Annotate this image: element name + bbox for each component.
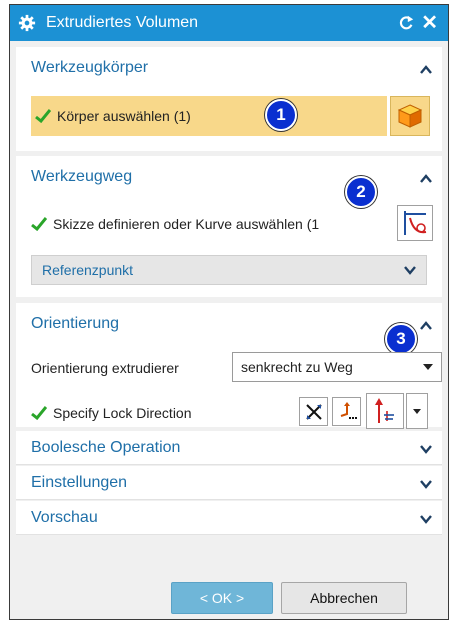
orientation-select[interactable]: senkrecht zu Weg	[232, 352, 442, 382]
section-title[interactable]: Werkzeugweg	[31, 168, 132, 186]
select-body-row[interactable]: Körper auswählen (1)	[31, 96, 387, 136]
reset-icon[interactable]	[397, 14, 415, 32]
close-icon[interactable]: ✕	[421, 13, 438, 33]
dropdown-arrow-icon	[423, 364, 433, 370]
title-bar: Extrudiertes Volumen ✕	[10, 5, 448, 41]
section-title[interactable]: Werkzeugkörper	[31, 59, 148, 77]
section-vorschau[interactable]: Vorschau	[16, 501, 442, 535]
checkmark-icon	[31, 217, 47, 231]
cross-arrows-button[interactable]	[299, 397, 328, 426]
section-title[interactable]: Orientierung	[31, 315, 119, 333]
cross-arrows-icon	[305, 403, 322, 420]
chevron-up-icon[interactable]	[420, 321, 432, 331]
direction-arrow-icon	[375, 398, 394, 423]
section-einstellungen[interactable]: Einstellungen	[16, 466, 442, 500]
section-werkzeugkoerper: Werkzeugkörper Körper auswählen (1) 1	[16, 47, 442, 151]
body-select-button[interactable]	[390, 96, 430, 136]
section-werkzeugweg: Werkzeugweg 2 Skizze definieren oder Kur…	[16, 156, 442, 297]
reference-point-label: Referenzpunkt	[42, 262, 134, 278]
orientation-select-value: senkrecht zu Weg	[241, 359, 353, 375]
step-badge-3: 3	[385, 323, 417, 355]
window-title: Extrudiertes Volumen	[46, 14, 199, 31]
vector-point-button[interactable]	[332, 397, 361, 426]
chevron-down-icon	[420, 480, 432, 489]
dropdown-arrow-icon	[413, 408, 421, 414]
curve-select-icon	[404, 211, 427, 235]
section-title: Vorschau	[31, 509, 98, 526]
direction-arrow-button[interactable]	[366, 393, 404, 429]
select-curve-label: Skizze definieren oder Kurve auswählen (…	[53, 216, 320, 232]
lock-direction-label: Specify Lock Direction	[53, 405, 192, 421]
section-boolesche-operation[interactable]: Boolesche Operation	[16, 431, 442, 465]
chevron-down-icon	[404, 266, 416, 275]
select-curve-row[interactable]: Skizze definieren oder Kurve auswählen (…	[31, 216, 319, 232]
curve-select-button[interactable]	[397, 205, 433, 241]
extrude-dialog: Extrudiertes Volumen ✕ Werkzeugkörper Kö…	[9, 4, 449, 620]
cube-icon	[397, 104, 423, 128]
checkmark-icon	[35, 109, 51, 123]
chevron-down-icon	[420, 445, 432, 454]
chevron-up-icon[interactable]	[420, 65, 432, 75]
gear-icon[interactable]	[18, 14, 36, 32]
chevron-up-icon[interactable]	[420, 174, 432, 184]
select-body-label: Körper auswählen (1)	[57, 108, 191, 124]
extrude-orientation-label: Orientierung extrudierer	[31, 360, 179, 376]
checkmark-icon	[31, 406, 47, 420]
ok-button[interactable]: < OK >	[171, 582, 273, 614]
direction-dropdown-button[interactable]	[406, 393, 428, 429]
reference-point-bar[interactable]: Referenzpunkt	[31, 255, 427, 285]
vector-point-icon	[340, 401, 357, 419]
section-orientierung: Orientierung 3 Orientierung extrudierer …	[16, 303, 442, 429]
section-title: Einstellungen	[31, 474, 128, 491]
cancel-button[interactable]: Abbrechen	[281, 582, 407, 614]
section-title: Boolesche Operation	[31, 439, 181, 456]
step-badge-2: 2	[345, 176, 377, 208]
step-badge-1: 1	[265, 99, 297, 131]
chevron-down-icon	[420, 515, 432, 524]
lock-direction-row: Specify Lock Direction	[31, 405, 192, 421]
